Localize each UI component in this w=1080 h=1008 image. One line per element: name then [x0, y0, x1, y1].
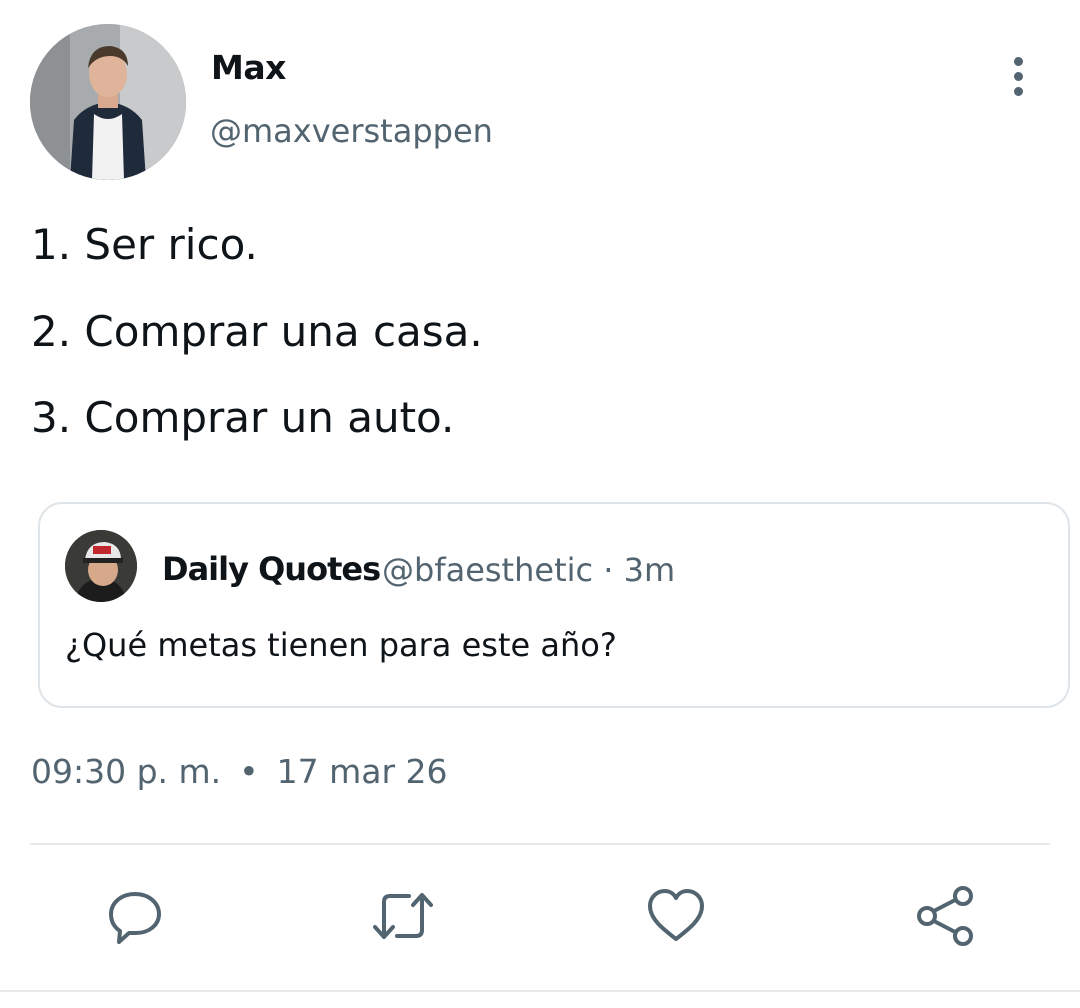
tweet-text-line: 3. Comprar un auto.: [31, 393, 455, 442]
quoted-tweet-text: ¿Qué metas tienen para este año?: [65, 626, 617, 664]
quoted-author-name: Daily Quotes: [162, 550, 381, 588]
tweet-time: 09:30 p. m.: [31, 752, 222, 791]
reply-icon: [109, 892, 161, 944]
like-button[interactable]: [644, 884, 708, 948]
tweet-text-line: 2. Comprar una casa.: [31, 307, 483, 356]
tweet-timestamp[interactable]: 09:30 p. m. • 17 mar 26: [31, 752, 448, 791]
tweet-text-line: 1. Ser rico.: [31, 220, 258, 269]
quoted-avatar-image: [65, 530, 137, 602]
share-icon: [917, 886, 973, 946]
timestamp-separator: •: [239, 752, 259, 791]
retweet-button[interactable]: [371, 884, 435, 948]
retweet-icon: [373, 893, 433, 939]
author-name[interactable]: Max: [211, 48, 286, 87]
quoted-author-avatar: [65, 530, 137, 602]
actions-divider: [30, 843, 1050, 845]
author-avatar[interactable]: [30, 24, 186, 180]
share-button[interactable]: [913, 884, 977, 948]
author-handle[interactable]: @maxverstappen: [210, 112, 493, 150]
quoted-author-meta: @bfaesthetic · 3m: [382, 551, 676, 589]
reply-button[interactable]: [103, 884, 167, 948]
more-vertical-icon: [1013, 56, 1023, 66]
quoted-tweet-card[interactable]: Daily Quotes @bfaesthetic · 3m ¿Qué meta…: [38, 502, 1070, 708]
avatar-image: [30, 24, 186, 180]
more-options-button[interactable]: [996, 52, 1040, 100]
tweet-date: 17 mar 26: [276, 752, 448, 791]
bottom-divider: [0, 990, 1080, 992]
heart-icon: [648, 889, 704, 941]
